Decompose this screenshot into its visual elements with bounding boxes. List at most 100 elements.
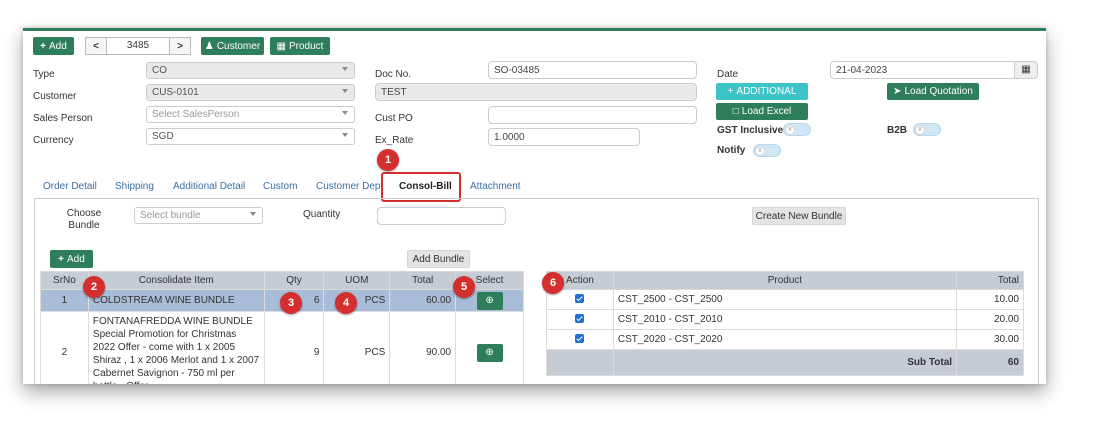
customer-button-label: Customer: [216, 40, 261, 52]
type-label: Type: [33, 69, 55, 80]
tab-consol-bill[interactable]: Consol-Bill: [399, 181, 452, 192]
table-row: CST_2010 - CST_2010 20.00: [546, 309, 1024, 330]
column-header-srno: SrNo: [40, 271, 89, 290]
quantity-input[interactable]: [377, 207, 506, 225]
column-header-consolidate-item: Consolidate Item: [87, 271, 265, 290]
customer-select-value: CUS-0101: [152, 87, 199, 98]
tab-custom[interactable]: Custom: [263, 181, 297, 192]
customer-button[interactable]: ♟ Customer: [201, 37, 264, 55]
gst-inclusive-toggle[interactable]: x: [783, 123, 811, 136]
sales-person-select[interactable]: Select SalesPerson: [146, 106, 355, 123]
row-qty: 9: [263, 311, 325, 384]
column-header-qty: Qty: [263, 271, 325, 290]
b2b-toggle[interactable]: x: [913, 123, 941, 136]
callout-badge-5: 5: [453, 276, 475, 298]
close-icon: x: [915, 125, 925, 135]
callout-badge-2: 2: [83, 276, 105, 298]
next-record-button[interactable]: >: [169, 37, 191, 55]
chevron-down-icon: [342, 89, 348, 93]
column-header-product: Product: [612, 271, 958, 290]
load-quotation-button[interactable]: ➤ Load Quotation: [887, 83, 979, 100]
currency-select[interactable]: SGD: [146, 128, 355, 145]
previous-record-button[interactable]: <: [85, 37, 107, 55]
row-total: 90.00: [389, 311, 457, 384]
plus-icon: +: [40, 40, 47, 52]
row-item: COLDSTREAM WINE BUNDLE: [87, 289, 265, 312]
checkbox-checked[interactable]: [575, 313, 585, 323]
table-row[interactable]: 2 FONTANAFREDDA WINE BUNDLE Special Prom…: [40, 311, 524, 384]
notify-label: Notify: [717, 145, 746, 156]
row-product: CST_2020 - CST_2020: [612, 329, 958, 350]
add-button[interactable]: + Add: [33, 37, 74, 55]
tab-customer-dept[interactable]: Customer Dept: [316, 181, 383, 192]
record-number-input[interactable]: 3485: [107, 37, 169, 55]
currency-label: Currency: [33, 135, 74, 146]
doc-no-label: Doc No.: [375, 69, 412, 80]
date-input[interactable]: 21-04-2023: [830, 61, 1016, 79]
callout-badge-4: 4: [335, 292, 357, 314]
date-label: Date: [717, 69, 739, 80]
checkbox-checked[interactable]: [575, 293, 585, 303]
subtotal-value: 60: [956, 349, 1024, 376]
consolidate-items-table: SrNo Consolidate Item Qty UOM Total Sele…: [40, 271, 524, 384]
callout-badge-1: 1: [377, 149, 399, 171]
chevron-down-icon: [342, 67, 348, 71]
customer-select[interactable]: CUS-0101: [146, 84, 355, 101]
cust-po-input[interactable]: [488, 106, 697, 124]
ex-rate-input[interactable]: 1.0000: [488, 128, 640, 146]
doc-no-input[interactable]: SO-03485: [488, 61, 697, 79]
product-button[interactable]: ▦ Product: [270, 37, 330, 55]
subtotal-label: Sub Total: [612, 349, 958, 376]
table-row: CST_2020 - CST_2020 30.00: [546, 329, 1024, 350]
chevron-down-icon: [342, 111, 348, 115]
row-total: 60.00: [389, 289, 457, 312]
create-new-bundle-button[interactable]: Create New Bundle: [752, 207, 846, 225]
bundle-select[interactable]: Select bundle: [134, 207, 263, 224]
customer-name-input[interactable]: TEST: [375, 83, 697, 101]
add-bundle-row-label: Add: [67, 253, 85, 265]
notify-toggle[interactable]: x: [753, 144, 781, 157]
row-select-cell: ⊕: [455, 311, 524, 384]
add-bundle-row-button[interactable]: + Add: [50, 250, 93, 268]
user-icon: ♟: [204, 40, 214, 52]
tab-order-detail[interactable]: Order Detail: [43, 181, 97, 192]
type-select[interactable]: CO: [146, 62, 355, 79]
bundle-select-placeholder: Select bundle: [140, 210, 201, 221]
row-uom: PCS: [323, 311, 391, 384]
currency-select-value: SGD: [152, 131, 174, 142]
load-quotation-label: Load Quotation: [904, 86, 973, 97]
gst-inclusive-label: GST Inclusive: [717, 125, 784, 136]
add-bundle-button[interactable]: Add Bundle: [407, 250, 470, 268]
chevron-right-icon: >: [177, 40, 183, 52]
ex-rate-label: Ex_Rate: [375, 135, 414, 146]
callout-badge-6: 6: [542, 272, 564, 294]
row-total: 30.00: [956, 329, 1024, 350]
row-total: 20.00: [956, 309, 1024, 330]
additional-button[interactable]: + ADDITIONAL: [716, 83, 808, 100]
close-icon: x: [755, 146, 765, 156]
tab-additional-detail[interactable]: Additional Detail: [173, 181, 245, 192]
plus-icon: +: [727, 86, 734, 97]
product-button-label: Product: [288, 40, 324, 52]
row-action-cell: [546, 329, 614, 350]
chevron-down-icon: [342, 133, 348, 137]
calendar-icon[interactable]: ▦: [1014, 61, 1038, 79]
chevron-left-icon: <: [93, 40, 99, 52]
zoom-in-icon[interactable]: ⊕: [476, 343, 503, 362]
column-header-total: Total: [956, 271, 1024, 290]
row-product: CST_2010 - CST_2010: [612, 309, 958, 330]
load-excel-button[interactable]: □ Load Excel: [716, 103, 808, 120]
additional-button-label: ADDITIONAL: [736, 86, 797, 97]
sales-person-label: Sales Person: [33, 113, 93, 124]
quantity-label: Quantity: [303, 209, 341, 220]
checkbox-checked[interactable]: [575, 333, 585, 343]
zoom-in-icon[interactable]: ⊕: [476, 291, 503, 310]
cust-po-label: Cust PO: [375, 113, 413, 124]
close-icon: x: [785, 125, 795, 135]
tab-shipping[interactable]: Shipping: [115, 181, 154, 192]
row-total: 10.00: [956, 289, 1024, 310]
row-srno: 2: [40, 311, 89, 384]
row-action-cell: [546, 309, 614, 330]
arrow-circle-icon: ➤: [893, 86, 902, 97]
tab-attachment[interactable]: Attachment: [470, 181, 521, 192]
